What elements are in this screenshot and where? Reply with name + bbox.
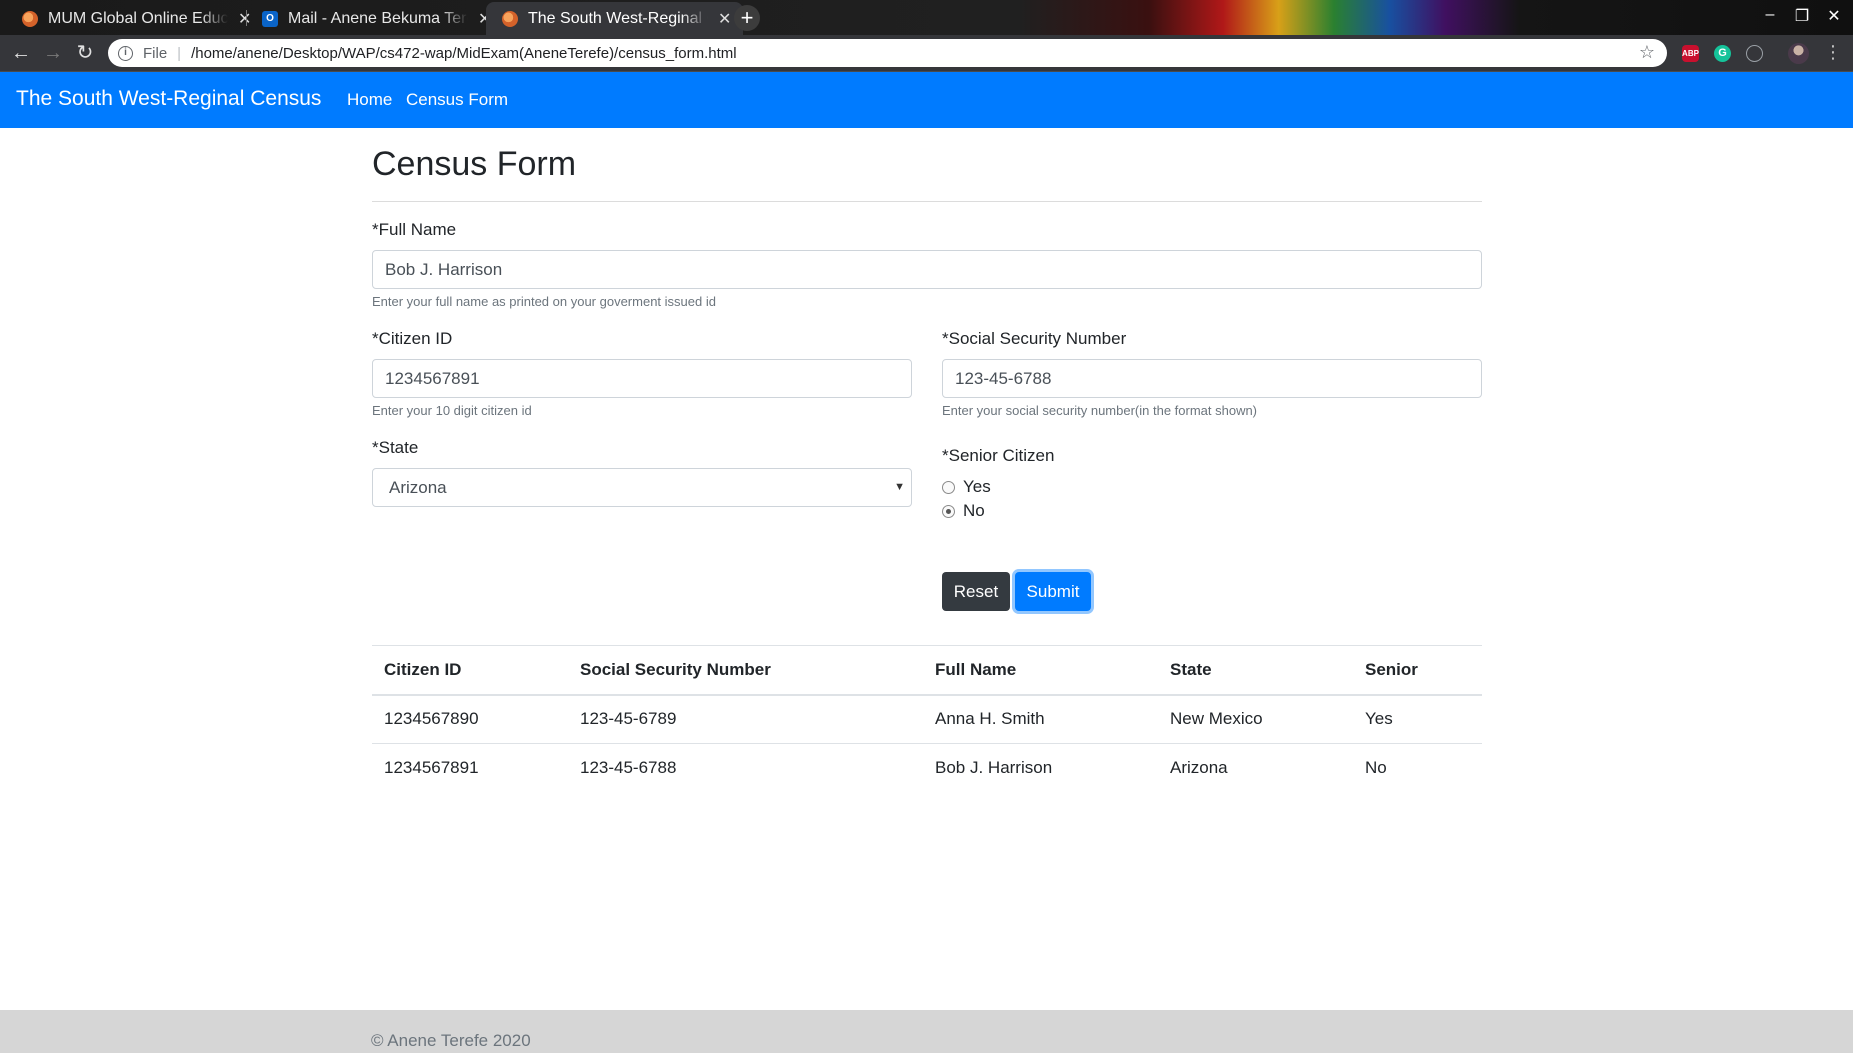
column-header-senior: Senior xyxy=(1353,645,1482,696)
site-navbar: The South West-Reginal Census Home Censu… xyxy=(0,72,1853,128)
nav-link-home[interactable]: Home xyxy=(347,90,392,110)
bookmark-star-icon[interactable]: ☆ xyxy=(1639,42,1655,63)
extension-icon[interactable] xyxy=(1746,45,1763,62)
page-footer: © Anene Terefe 2020 xyxy=(0,1010,1853,1053)
browser-toolbar: ← → ↻ i File | /home/anene/Desktop/WAP/c… xyxy=(0,35,1853,71)
reload-icon[interactable]: ↻ xyxy=(72,40,98,66)
cell-senior: No xyxy=(1353,743,1482,793)
forward-arrow-icon[interactable]: → xyxy=(40,40,66,66)
senior-no-option[interactable]: No xyxy=(942,501,985,521)
senior-yes-option[interactable]: Yes xyxy=(942,477,991,497)
column-header-state: State xyxy=(1158,645,1353,696)
adblock-extension-icon[interactable]: ABP xyxy=(1682,45,1699,62)
browser-tab-mum[interactable]: MUM Global Online Education ✕ xyxy=(6,2,263,35)
dropdown-arrow-icon: ▼ xyxy=(894,481,905,493)
ssn-label: *Social Security Number xyxy=(942,329,1127,348)
site-info-icon[interactable]: i xyxy=(118,45,133,61)
census-table: Citizen ID Social Security Number Full N… xyxy=(372,645,1482,793)
senior-citizen-label: *Senior Citizen xyxy=(942,446,1055,465)
state-select[interactable]: Arizona ▼ xyxy=(372,468,912,507)
new-tab-button[interactable]: + xyxy=(734,5,760,31)
cell-state: Arizona xyxy=(1158,743,1353,793)
column-header-ssn: Social Security Number xyxy=(568,645,923,696)
tab-title: Mail - Anene Bekuma Terefe xyxy=(288,9,468,27)
column-header-citizen-id: Citizen ID xyxy=(372,645,568,696)
profile-avatar[interactable] xyxy=(1788,43,1809,64)
tab-close-icon[interactable]: ✕ xyxy=(718,9,731,29)
citizen-id-label: *Citizen ID xyxy=(372,329,453,348)
browser-tab-mail[interactable]: O Mail - Anene Bekuma Terefe ✕ xyxy=(246,2,503,35)
cell-senior: Yes xyxy=(1353,694,1482,744)
mum-favicon-icon xyxy=(22,10,38,27)
navbar-brand[interactable]: The South West-Reginal Census xyxy=(16,87,321,111)
state-selected-value: Arizona xyxy=(389,478,447,497)
url-separator: | xyxy=(177,44,182,62)
full-name-help: Enter your full name as printed on your … xyxy=(372,294,716,309)
senior-no-label: No xyxy=(963,501,985,520)
senior-no-radio[interactable] xyxy=(942,504,955,518)
citizen-id-help: Enter your 10 digit citizen id xyxy=(372,403,532,418)
window-close-icon[interactable]: ✕ xyxy=(1824,6,1844,26)
full-name-input[interactable]: Bob J. Harrison xyxy=(372,250,1482,289)
cell-full-name: Anna H. Smith xyxy=(923,694,1158,744)
senior-yes-radio[interactable] xyxy=(942,480,955,494)
url-scheme-label: File xyxy=(143,44,168,62)
state-label: *State xyxy=(372,438,419,457)
url-text: /home/anene/Desktop/WAP/cs472-wap/MidExa… xyxy=(191,44,737,62)
browser-tab-strip: MUM Global Online Education ✕ O Mail - A… xyxy=(0,0,1853,35)
outlook-favicon-icon: O xyxy=(262,10,278,27)
minimize-icon[interactable]: – xyxy=(1760,6,1780,24)
browser-menu-icon[interactable]: ⋮ xyxy=(1824,42,1842,63)
footer-copyright: © Anene Terefe 2020 xyxy=(371,1031,531,1050)
title-divider xyxy=(372,201,1482,202)
full-name-label: *Full Name xyxy=(372,220,457,239)
cell-full-name: Bob J. Harrison xyxy=(923,743,1158,793)
census-favicon-icon xyxy=(502,10,518,27)
column-header-full-name: Full Name xyxy=(923,645,1158,696)
table-row: 1234567891 123-45-6788 Bob J. Harrison A… xyxy=(372,743,1482,793)
browser-tab-census[interactable]: The South West-Reginal Census ✕ xyxy=(486,2,744,35)
reset-button[interactable]: Reset xyxy=(942,572,1010,611)
cell-citizen-id: 1234567891 xyxy=(372,743,568,793)
table-header-row: Citizen ID Social Security Number Full N… xyxy=(372,645,1482,696)
submit-button[interactable]: Submit xyxy=(1015,572,1091,611)
cell-state: New Mexico xyxy=(1158,694,1353,744)
cell-ssn: 123-45-6788 xyxy=(568,743,923,793)
cell-citizen-id: 1234567890 xyxy=(372,694,568,744)
cell-ssn: 123-45-6789 xyxy=(568,694,923,744)
citizen-id-input[interactable]: 1234567891 xyxy=(372,359,912,398)
ssn-help: Enter your social security number(in the… xyxy=(942,403,1258,418)
tab-title: The South West-Reginal Census xyxy=(528,9,708,27)
address-bar[interactable]: i File | /home/anene/Desktop/WAP/cs472-w… xyxy=(108,39,1667,67)
page-title: Census Form xyxy=(372,145,577,183)
tab-title: MUM Global Online Education xyxy=(48,9,228,27)
table-row: 1234567890 123-45-6789 Anna H. Smith New… xyxy=(372,694,1482,744)
ssn-input[interactable]: 123-45-6788 xyxy=(942,359,1482,398)
back-arrow-icon[interactable]: ← xyxy=(8,40,34,66)
nav-link-census-form[interactable]: Census Form xyxy=(406,90,508,110)
grammarly-extension-icon[interactable]: G xyxy=(1714,45,1731,62)
maximize-icon[interactable]: ❐ xyxy=(1792,6,1812,26)
senior-yes-label: Yes xyxy=(963,477,991,496)
